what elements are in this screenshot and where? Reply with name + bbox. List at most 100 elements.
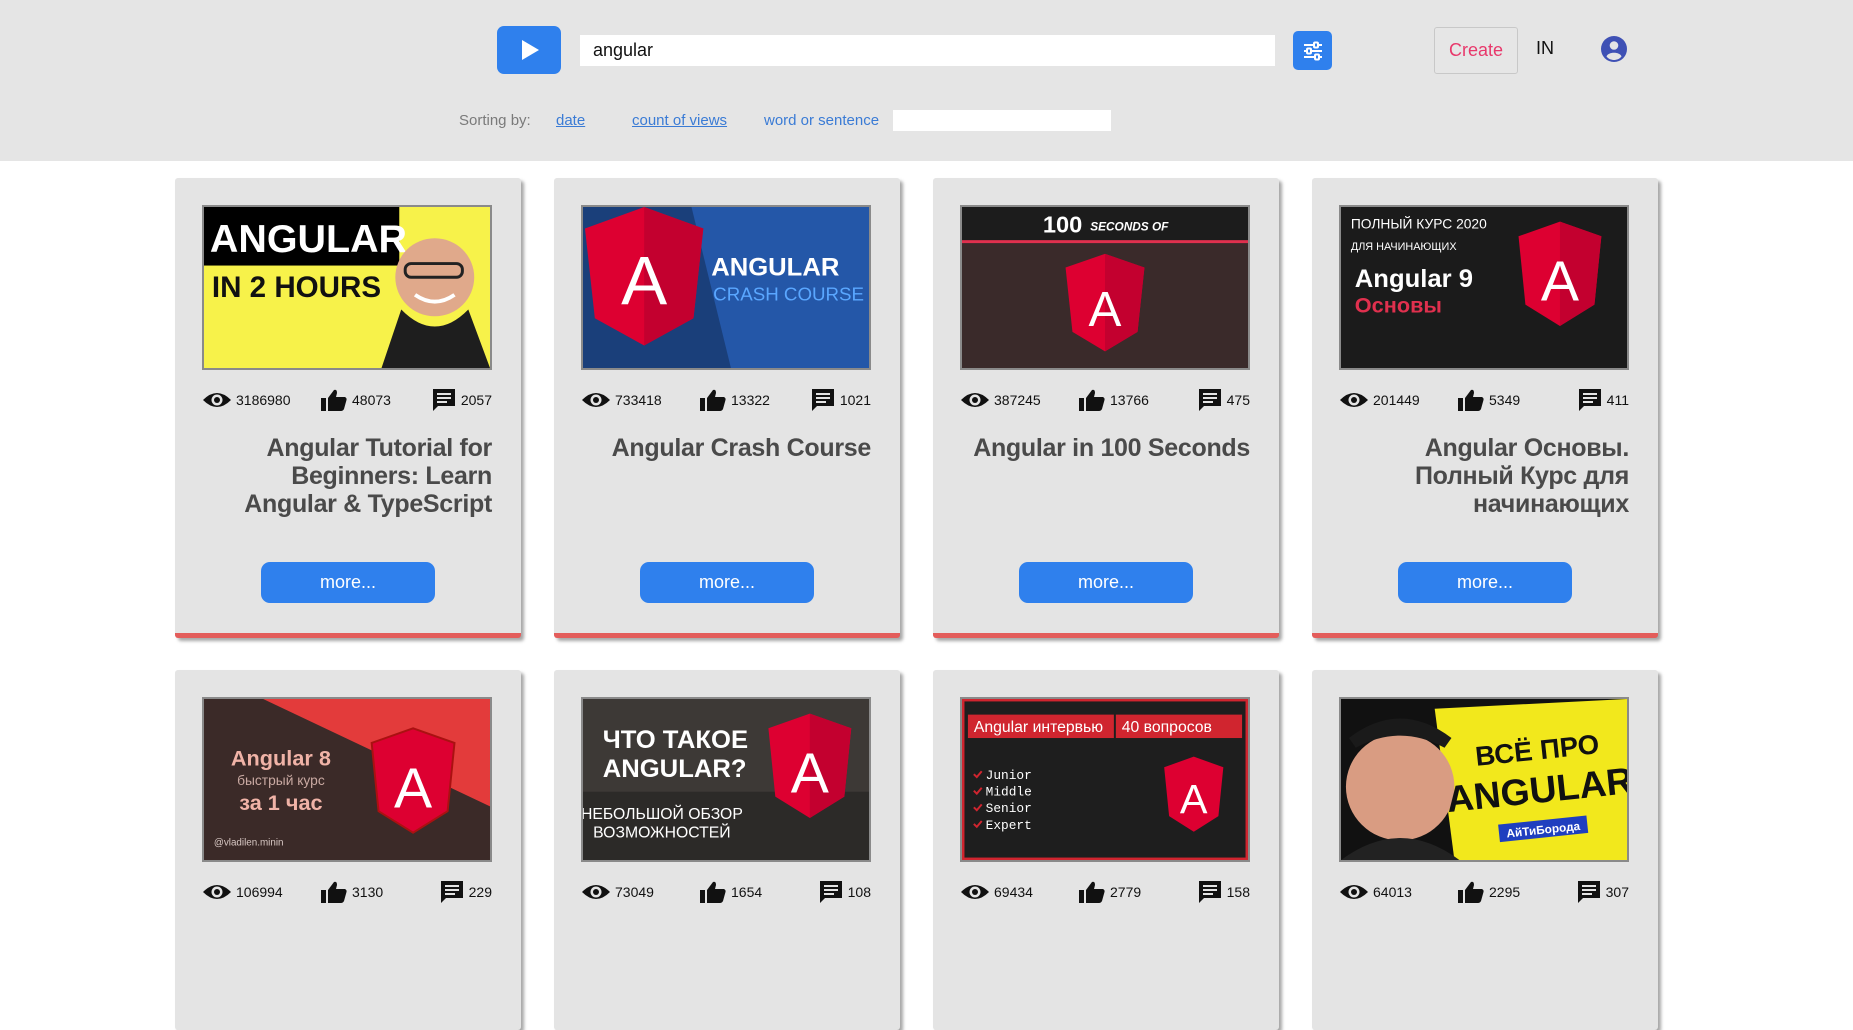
comments-stat: 411 [1577,386,1629,414]
video-thumbnail[interactable]: ПОЛНЫЙ КУРС 2020 ДЛЯ НАЧИНАЮЩИХ Angular … [1339,205,1629,370]
thumb-up-icon [1458,881,1484,903]
svg-text:SECONDS OF: SECONDS OF [1090,220,1169,233]
svg-text:Senior: Senior [986,801,1032,816]
video-thumbnail[interactable]: ВСЁ ПРО ANGULAR АйТиБорода [1339,697,1629,862]
sort-by-word-label: word or sentence [764,112,880,129]
home-play-button[interactable] [497,26,561,74]
video-card: Angular 8 быстрый курс за 1 час @vladile… [175,670,521,1030]
views-stat: 73049 [581,878,654,906]
likes-stat: 1654 [699,878,762,906]
views-stat: 201449 [1339,386,1420,414]
likes-count: 48073 [352,392,391,408]
video-thumbnail[interactable]: Angular 8 быстрый курс за 1 час @vladile… [202,697,492,862]
comment-icon [1198,389,1221,411]
video-title[interactable]: Angular in 100 Seconds [960,434,1250,462]
comments-count: 2057 [460,392,492,408]
likes-stat: 2295 [1457,878,1520,906]
video-stats: 3186980 48073 2057 [202,386,492,414]
user-icon[interactable] [1600,35,1628,63]
thumb-up-icon [1079,389,1105,411]
video-thumbnail[interactable]: 100 SECONDS OF A [960,205,1250,370]
views-stat: 69434 [960,878,1033,906]
sort-by-date-link[interactable]: date [556,112,585,129]
comments-stat: 475 [1197,386,1250,414]
video-title[interactable]: Angular Crash Course [581,434,872,462]
comments-stat: 158 [1197,878,1250,906]
svg-text:Expert: Expert [986,818,1032,833]
more-button[interactable]: more... [640,562,814,603]
video-card: ANGULAR IN 2 HOURS 3186980 48073 2057 An… [175,178,521,638]
likes-stat: 3130 [320,878,383,906]
eye-icon [961,885,989,899]
video-card: 100 SECONDS OF A 387245 13766 475 Angula… [933,178,1279,638]
video-stats: 69434 2779 158 [960,878,1250,906]
svg-text:A: A [621,243,667,320]
video-thumbnail[interactable]: Angular интервью 40 вопросов Junior Midd… [960,697,1250,862]
video-stats: 64013 2295 307 [1339,878,1629,906]
comments-stat: 2057 [431,386,492,414]
video-thumbnail[interactable]: ANGULAR IN 2 HOURS [202,205,492,370]
likes-stat: 13322 [699,386,770,414]
filter-button[interactable] [1293,31,1332,70]
more-button[interactable]: more... [1398,562,1572,603]
create-button[interactable]: Create [1434,27,1518,74]
svg-text:ВОЗМОЖНОСТЕЙ: ВОЗМОЖНОСТЕЙ [593,823,730,842]
svg-text:A: A [394,757,432,821]
video-stats: 201449 5349 411 [1339,386,1629,414]
views-count: 201449 [1373,392,1420,408]
views-count: 106994 [236,884,283,900]
views-stat: 3186980 [202,386,291,414]
views-count: 64013 [1373,884,1412,900]
video-card: A ANGULAR CRASH COURSE 733418 13322 1021… [554,178,900,638]
svg-text:ПОЛНЫЙ КУРС 2020: ПОЛНЫЙ КУРС 2020 [1351,215,1487,232]
comment-icon [1578,389,1601,411]
more-button[interactable]: more... [261,562,435,603]
more-button[interactable]: more... [1019,562,1193,603]
views-stat: 106994 [202,878,283,906]
sort-by-views-link[interactable]: count of views [632,112,727,129]
likes-stat: 13766 [1078,386,1149,414]
comments-stat: 108 [818,878,871,906]
search-input[interactable] [580,35,1275,66]
views-count: 733418 [615,392,662,408]
video-stats: 733418 13322 1021 [581,386,871,414]
svg-text:CRASH COURSE: CRASH COURSE [713,284,864,305]
video-stats: 387245 13766 475 [960,386,1250,414]
likes-count: 2295 [1489,884,1521,900]
views-stat: 64013 [1339,878,1412,906]
video-title[interactable]: Angular Tutorial for Beginners: Learn An… [202,434,492,518]
sorting-label: Sorting by: [459,112,531,129]
likes-count: 1654 [731,884,763,900]
views-stat: 733418 [581,386,662,414]
video-thumbnail[interactable]: A ANGULAR CRASH COURSE [581,205,871,370]
comment-icon [432,389,455,411]
views-count: 3186980 [236,392,291,408]
word-filter-input[interactable] [893,110,1111,131]
comment-icon [440,881,463,903]
views-count: 73049 [615,884,654,900]
video-card: ПОЛНЫЙ КУРС 2020 ДЛЯ НАЧИНАЮЩИХ Angular … [1312,178,1658,638]
comments-stat: 229 [439,878,492,906]
svg-text:Junior: Junior [986,768,1032,783]
svg-text:ЧТО ТАКОЕ: ЧТО ТАКОЕ [603,726,748,754]
svg-text:ДЛЯ НАЧИНАЮЩИХ: ДЛЯ НАЧИНАЮЩИХ [1351,241,1457,253]
likes-stat: 5349 [1457,386,1520,414]
svg-text:ANGULAR: ANGULAR [210,217,407,261]
svg-text:Angular интервью: Angular интервью [974,719,1104,736]
comments-count: 307 [1605,884,1629,900]
filter-icon [1303,41,1322,60]
thumb-up-icon [321,389,347,411]
svg-text:ANGULAR?: ANGULAR? [603,755,747,783]
video-thumbnail[interactable]: ЧТО ТАКОЕ ANGULAR? НЕБОЛЬШОЙ ОБЗОР ВОЗМО… [581,697,871,862]
likes-count: 2779 [1110,884,1142,900]
svg-text:A: A [1541,250,1579,314]
svg-text:за 1 час: за 1 час [239,790,322,815]
thumb-up-icon [1079,881,1105,903]
eye-icon [961,393,989,407]
login-link[interactable]: IN [1536,38,1554,59]
eye-icon [1340,885,1368,899]
comment-icon [1198,881,1221,903]
svg-text:быстрый курс: быстрый курс [237,773,325,788]
comments-count: 158 [1226,884,1250,900]
video-title[interactable]: Angular Основы. Полный Курс для начинающ… [1339,434,1629,518]
